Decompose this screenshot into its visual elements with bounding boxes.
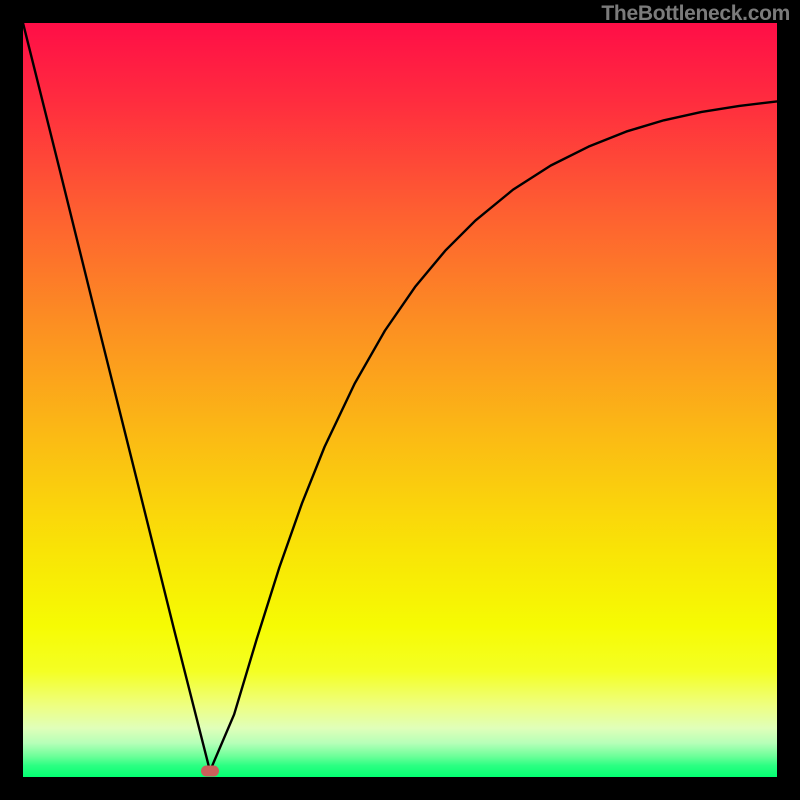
chart-frame: TheBottleneck.com <box>0 0 800 800</box>
bottleneck-curve <box>23 23 777 777</box>
attribution-label: TheBottleneck.com <box>601 2 790 26</box>
plot-area <box>23 23 777 777</box>
minimum-marker <box>201 765 219 776</box>
